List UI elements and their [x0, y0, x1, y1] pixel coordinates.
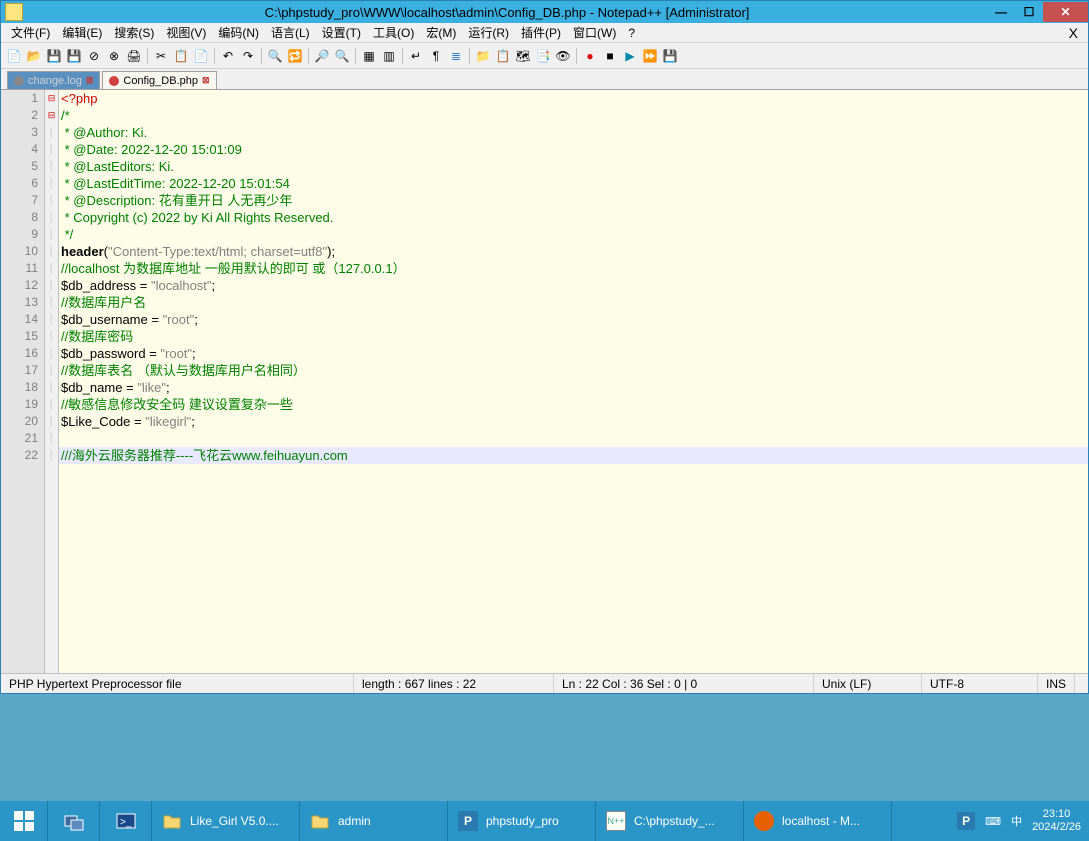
- clock-time: 23:10: [1032, 808, 1081, 821]
- doc-map-icon[interactable]: 🗺: [514, 47, 532, 65]
- start-button[interactable]: [0, 801, 48, 841]
- powershell-pin[interactable]: >_: [100, 801, 152, 841]
- func-list-icon[interactable]: 📋: [494, 47, 512, 65]
- statusbar: PHP Hypertext Preprocessor file length :…: [1, 673, 1088, 693]
- line-number-gutter: 12345678910111213141516171819202122: [1, 90, 45, 673]
- taskbar-task[interactable]: admin: [300, 801, 448, 841]
- wrap-icon[interactable]: ↵: [407, 47, 425, 65]
- sync-h-icon[interactable]: ▥: [380, 47, 398, 65]
- indent-guide-icon[interactable]: ≣: [447, 47, 465, 65]
- close-all-icon[interactable]: ⊗: [105, 47, 123, 65]
- tray-lang-icon[interactable]: 中: [1011, 813, 1022, 829]
- replace-icon[interactable]: 🔁: [286, 47, 304, 65]
- task-label: localhost - M...: [782, 814, 860, 828]
- tab-label: change.log: [28, 75, 82, 87]
- menu-x-button[interactable]: X: [1065, 24, 1088, 42]
- open-file-icon[interactable]: 📂: [25, 47, 43, 65]
- paste-icon[interactable]: 📄: [192, 47, 210, 65]
- taskbar-task[interactable]: Like_Girl V5.0....: [152, 801, 300, 841]
- code-content[interactable]: <?php/* * @Author: Ki. * @Date: 2022-12-…: [59, 90, 1088, 673]
- undo-icon[interactable]: ↶: [219, 47, 237, 65]
- play-icon[interactable]: ▶: [621, 47, 639, 65]
- status-ins: INS: [1038, 674, 1075, 693]
- zoom-in-icon[interactable]: 🔎: [313, 47, 331, 65]
- menu-file[interactable]: 文件(F): [7, 23, 54, 42]
- save-icon[interactable]: 💾: [45, 47, 63, 65]
- toolbar: 📄 📂 💾 💾 ⊘ ⊗ 🖨 ✂ 📋 📄 ↶ ↷ 🔍 🔁 🔎 🔍 ▦ ▥ ↵ ¶ …: [1, 43, 1088, 69]
- show-all-icon[interactable]: ¶: [427, 47, 445, 65]
- notepadpp-window: C:\phpstudy_pro\WWW\localhost\admin\Conf…: [0, 0, 1089, 694]
- print-icon[interactable]: 🖨: [125, 47, 143, 65]
- maximize-button[interactable]: ☐: [1015, 2, 1043, 22]
- stop-icon[interactable]: ■: [601, 47, 619, 65]
- svg-text:>_: >_: [120, 817, 132, 828]
- menu-window[interactable]: 窗口(W): [569, 23, 620, 42]
- cut-icon[interactable]: ✂: [152, 47, 170, 65]
- menu-encoding[interactable]: 编码(N): [214, 23, 263, 42]
- menu-macro[interactable]: 宏(M): [422, 23, 460, 42]
- titlebar[interactable]: C:\phpstudy_pro\WWW\localhost\admin\Conf…: [1, 1, 1088, 23]
- tab-close-icon[interactable]: ⊠: [86, 75, 94, 86]
- system-tray: P ⌨ 中 23:10 2024/2/26: [949, 808, 1089, 834]
- folder-icon[interactable]: 📁: [474, 47, 492, 65]
- task-label: Like_Girl V5.0....: [190, 814, 279, 828]
- new-file-icon[interactable]: 📄: [5, 47, 23, 65]
- status-position: Ln : 22 Col : 36 Sel : 0 | 0: [554, 674, 814, 693]
- app-icon: [5, 3, 23, 21]
- clock-date: 2024/2/26: [1032, 821, 1081, 834]
- menu-plugins[interactable]: 插件(P): [517, 23, 565, 42]
- menu-edit[interactable]: 编辑(E): [58, 23, 106, 42]
- fold-gutter[interactable]: ⊟⊟││││││││││││││││││││: [45, 90, 59, 673]
- editor-area[interactable]: 12345678910111213141516171819202122 ⊟⊟││…: [1, 89, 1088, 673]
- doc-list-icon[interactable]: 📑: [534, 47, 552, 65]
- server-manager-pin[interactable]: [48, 801, 100, 841]
- menu-help[interactable]: ?: [624, 25, 639, 41]
- tab-close-icon[interactable]: ⊠: [202, 75, 210, 86]
- window-title: C:\phpstudy_pro\WWW\localhost\admin\Conf…: [27, 5, 987, 20]
- sync-v-icon[interactable]: ▦: [360, 47, 378, 65]
- tab-config-db[interactable]: Config_DB.php ⊠: [102, 71, 216, 89]
- copy-icon[interactable]: 📋: [172, 47, 190, 65]
- tray-ime-icon[interactable]: ⌨: [985, 815, 1001, 828]
- tab-change-log[interactable]: change.log ⊠: [7, 71, 100, 89]
- save-macro-icon[interactable]: 💾: [661, 47, 679, 65]
- taskbar: >_ Like_Girl V5.0....adminPphpstudy_proN…: [0, 801, 1089, 841]
- tab-bar: change.log ⊠ Config_DB.php ⊠: [1, 69, 1088, 89]
- task-label: phpstudy_pro: [486, 814, 559, 828]
- minimize-button[interactable]: —: [987, 2, 1015, 22]
- find-icon[interactable]: 🔍: [266, 47, 284, 65]
- tray-p-icon[interactable]: P: [957, 812, 975, 830]
- menu-tools[interactable]: 工具(O): [369, 23, 418, 42]
- monitoring-icon[interactable]: 👁: [554, 47, 572, 65]
- taskbar-task[interactable]: localhost - M...: [744, 801, 892, 841]
- menu-run[interactable]: 运行(R): [464, 23, 513, 42]
- server-icon: [63, 810, 85, 832]
- zoom-out-icon[interactable]: 🔍: [333, 47, 351, 65]
- menu-settings[interactable]: 设置(T): [318, 23, 365, 42]
- menubar: 文件(F) 编辑(E) 搜索(S) 视图(V) 编码(N) 语言(L) 设置(T…: [1, 23, 1088, 43]
- close-button[interactable]: ✕: [1043, 2, 1088, 22]
- menu-language[interactable]: 语言(L): [267, 23, 314, 42]
- status-eol: Unix (LF): [814, 674, 922, 693]
- save-all-icon[interactable]: 💾: [65, 47, 83, 65]
- status-encoding: UTF-8: [922, 674, 1038, 693]
- task-label: C:\phpstudy_...: [634, 814, 715, 828]
- close-file-icon[interactable]: ⊘: [85, 47, 103, 65]
- taskbar-task[interactable]: Pphpstudy_pro: [448, 801, 596, 841]
- taskbar-task[interactable]: N++C:\phpstudy_...: [596, 801, 744, 841]
- redo-icon[interactable]: ↷: [239, 47, 257, 65]
- task-label: admin: [338, 814, 371, 828]
- menu-view[interactable]: 视图(V): [162, 23, 210, 42]
- powershell-icon: >_: [115, 810, 137, 832]
- unsaved-dot-icon: [14, 76, 24, 86]
- status-length: length : 667 lines : 22: [354, 674, 554, 693]
- menu-search[interactable]: 搜索(S): [110, 23, 158, 42]
- tab-label: Config_DB.php: [123, 75, 198, 87]
- status-filetype: PHP Hypertext Preprocessor file: [1, 674, 354, 693]
- unsaved-dot-icon: [109, 76, 119, 86]
- record-icon[interactable]: ●: [581, 47, 599, 65]
- clock[interactable]: 23:10 2024/2/26: [1032, 808, 1081, 834]
- windows-icon: [14, 811, 34, 831]
- play-multi-icon[interactable]: ⏩: [641, 47, 659, 65]
